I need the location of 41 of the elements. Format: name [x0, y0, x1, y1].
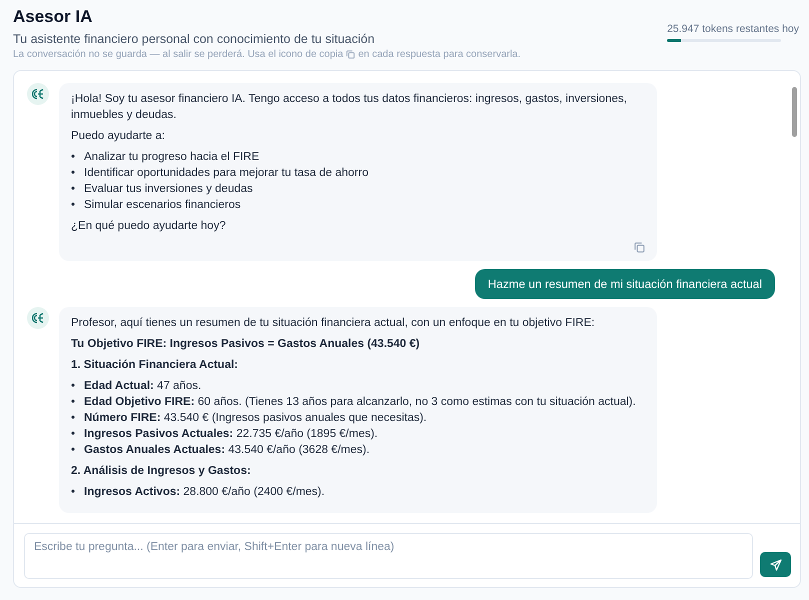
list-item: Ingresos Activos: 28.800 €/año (2400 €/mes). [84, 485, 325, 500]
bullet: • [71, 379, 76, 394]
list-item: Simular escenarios financieros [84, 198, 241, 213]
copy-icon [346, 50, 356, 59]
copy-button[interactable] [634, 242, 645, 253]
copy-icon [634, 242, 645, 253]
message-heading: Tu Objetivo FIRE: Ingresos Pasivos = Gastos Anuales (43.540 €) [71, 337, 421, 352]
question-input[interactable]: Escribe tu pregunta... (Enter para enviar, Shift+Enter para nueva línea) [24, 533, 753, 579]
bullet: • [71, 411, 76, 426]
bullet: • [71, 198, 76, 213]
privacy-note: en cada respuesta para conservarla. [358, 49, 521, 60]
message-text: ¡Hola! Soy tu asesor financiero IA. Tengo acceso a todos tus datos financieros: ingresos, gastos, inversiones, inmuebles y deudas. [71, 92, 628, 123]
page-title: Asesor IA [13, 6, 94, 28]
message-text: Profesor, aquí tienes un resumen de tu situación financiera actual, con un enfoque en tu objetivo FIRE: [71, 316, 596, 331]
list-item: Analizar tu progreso hacia el FIRE [84, 150, 260, 165]
privacy-note: La conversación no se guarda — al salir se perderá. Usa el icono de copia [13, 49, 344, 60]
message-text: ¿En qué puedo ayudarte hoy? [71, 219, 227, 234]
bullet: • [71, 395, 76, 410]
tokens-remaining: 25.947 tokens restantes hoy [667, 23, 799, 35]
bullet: • [71, 443, 76, 458]
bullet: • [71, 182, 76, 197]
bullet: • [71, 166, 76, 181]
message-text: Puedo ayudarte a: [71, 129, 166, 144]
page-subtitle: Tu asistente financiero personal con conocimiento de tu situación [13, 32, 376, 46]
bullet: • [71, 427, 76, 442]
list-item: Edad Actual: 47 años. [84, 379, 202, 394]
list-item: Evaluar tus inversiones y deudas [84, 182, 253, 197]
message-heading: 2. Análisis de Ingresos y Gastos: [71, 464, 252, 479]
list-item: Ingresos Pasivos Actuales: 22.735 €/año (1895 €/mes). [84, 427, 378, 442]
list-item: Gastos Anuales Actuales: 43.540 €/año (3628 €/mes). [84, 443, 370, 458]
list-item: Número FIRE: 43.540 € (Ingresos pasivos anuales que necesitas). [84, 411, 427, 426]
bullet: • [71, 485, 76, 500]
bullet: • [71, 150, 76, 165]
message-heading: 1. Situación Financiera Actual: [71, 358, 240, 373]
list-item: Edad Objetivo FIRE: 60 años. (Tienes 13 años para alcanzarlo, no 3 como estimas con tu situación actual). [84, 395, 636, 410]
list-item: Identificar oportunidades para mejorar tu tasa de ahorro [84, 166, 368, 181]
user-message: Hazme un resumen de mi situación financiera actual [474, 269, 775, 299]
send-icon [770, 558, 782, 570]
bot-icon [32, 88, 44, 100]
send-button[interactable] [760, 552, 791, 577]
bot-icon [32, 312, 44, 324]
